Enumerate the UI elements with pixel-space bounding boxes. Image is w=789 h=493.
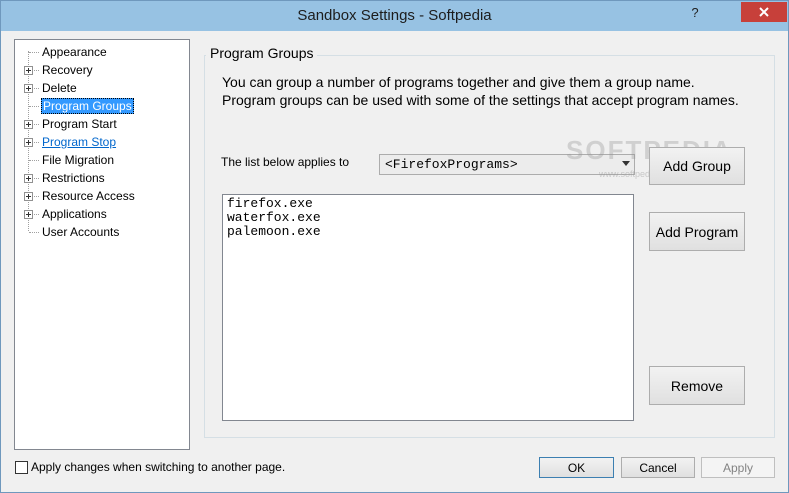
remove-button[interactable]: Remove xyxy=(649,366,745,405)
tree-item-label[interactable]: Applications xyxy=(41,206,108,222)
apply-on-switch-label[interactable]: Apply changes when switching to another … xyxy=(31,460,285,474)
add-group-button[interactable]: Add Group xyxy=(649,147,745,185)
tree-item-label[interactable]: Restrictions xyxy=(41,170,106,186)
expand-plus-icon[interactable] xyxy=(24,174,33,183)
expand-plus-icon[interactable] xyxy=(24,66,33,75)
tree-item-recovery[interactable]: Recovery xyxy=(15,61,189,79)
description-text: You can group a number of programs toget… xyxy=(222,74,739,108)
settings-tree[interactable]: Appearance Recovery Delete Program Groups Pr… xyxy=(14,39,190,450)
expand-plus-icon[interactable] xyxy=(24,84,33,93)
tree-item-label[interactable]: File Migration xyxy=(41,152,115,168)
ok-button[interactable]: OK xyxy=(539,457,614,478)
expand-plus-icon[interactable] xyxy=(24,120,33,129)
expand-plus-icon[interactable] xyxy=(24,192,33,201)
tree-item-label[interactable]: Delete xyxy=(41,80,78,96)
title-bar[interactable]: Sandbox Settings - Softpedia ? xyxy=(1,1,788,31)
list-item[interactable]: waterfox.exe xyxy=(227,211,629,225)
tree-connector xyxy=(29,52,39,53)
group-select-value: <FirefoxPrograms> xyxy=(385,157,518,172)
tree-item-program-stop[interactable]: Program Stop xyxy=(15,133,189,151)
tree-item-label[interactable]: User Accounts xyxy=(41,224,120,240)
tree-item-label[interactable]: Program Groups xyxy=(41,98,134,114)
tree-connector xyxy=(29,106,39,107)
tree-item-program-groups[interactable]: Program Groups xyxy=(15,97,189,115)
tree-item-appearance[interactable]: Appearance xyxy=(15,43,189,61)
tree-item-label[interactable]: Appearance xyxy=(41,44,108,60)
tree-item-label[interactable]: Recovery xyxy=(41,62,94,78)
tree-item-delete[interactable]: Delete xyxy=(15,79,189,97)
close-button[interactable] xyxy=(741,2,787,22)
tree-item-restrictions[interactable]: Restrictions xyxy=(15,169,189,187)
apply-on-switch-checkbox[interactable] xyxy=(15,461,28,474)
expand-plus-icon[interactable] xyxy=(24,210,33,219)
expand-plus-icon[interactable] xyxy=(24,138,33,147)
tree-item-label[interactable]: Resource Access xyxy=(41,188,136,204)
cancel-button[interactable]: Cancel xyxy=(621,457,695,478)
tree-item-label[interactable]: Program Stop xyxy=(41,134,117,150)
tree-item-resource-access[interactable]: Resource Access xyxy=(15,187,189,205)
tree-item-file-migration[interactable]: File Migration xyxy=(15,151,189,169)
tree-item-label[interactable]: Program Start xyxy=(41,116,118,132)
tree-connector xyxy=(29,160,39,161)
sandbox-settings-window: Sandbox Settings - Softpedia ? Appearanc… xyxy=(0,0,789,493)
apply-button[interactable]: Apply xyxy=(701,457,775,478)
list-item[interactable]: firefox.exe xyxy=(227,197,629,211)
close-icon xyxy=(759,7,769,17)
list-item[interactable]: palemoon.exe xyxy=(227,225,629,239)
applies-to-label: The list below applies to xyxy=(221,155,350,169)
program-list[interactable]: firefox.exe waterfox.exe palemoon.exe xyxy=(222,194,634,421)
tree-item-program-start[interactable]: Program Start xyxy=(15,115,189,133)
add-program-button[interactable]: Add Program xyxy=(649,212,745,251)
tree-connector xyxy=(29,232,39,233)
tree-item-user-accounts[interactable]: User Accounts xyxy=(15,223,189,241)
help-button[interactable]: ? xyxy=(681,2,709,22)
window-title: Sandbox Settings - Softpedia xyxy=(297,7,492,24)
group-caption: Program Groups xyxy=(206,45,318,61)
tree-item-applications[interactable]: Applications xyxy=(15,205,189,223)
